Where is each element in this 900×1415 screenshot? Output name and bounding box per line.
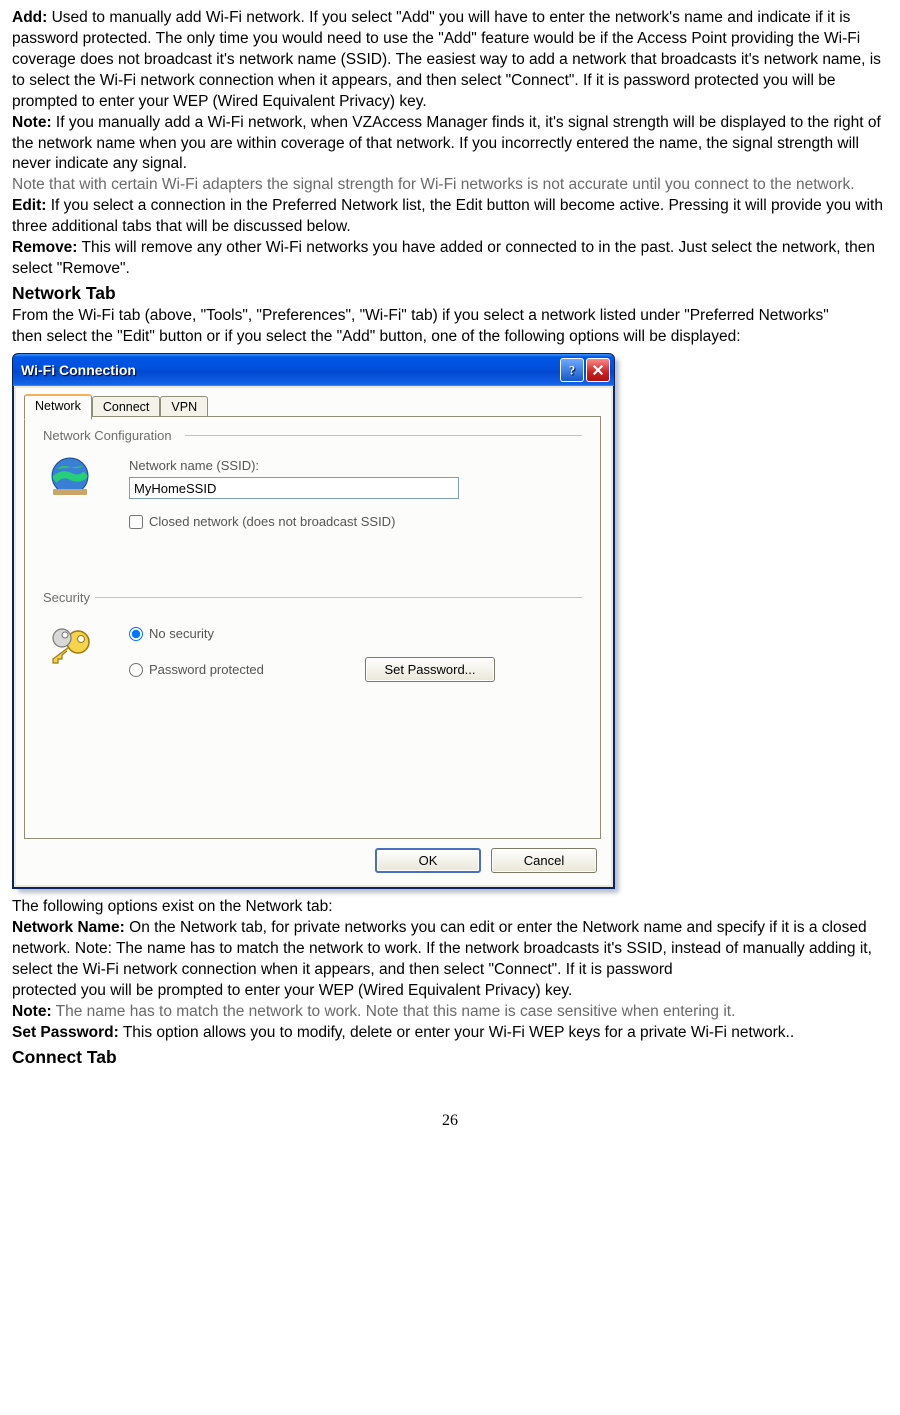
help-button[interactable]: ? (560, 358, 584, 382)
radio-password-protected-label: Password protected (149, 661, 264, 679)
network-name-text: On the Network tab, for private networks… (12, 919, 872, 978)
note1-label: Note: (12, 114, 52, 131)
note1-text: If you manually add a Wi-Fi network, whe… (12, 114, 881, 173)
remove-text: This will remove any other Wi-Fi network… (12, 239, 875, 277)
network-name-text2: protected you will be prompted to enter … (12, 981, 888, 1002)
heading-connect-tab: Connect Tab (12, 1046, 888, 1070)
svg-text:?: ? (569, 364, 575, 378)
network-tab-intro1: From the Wi-Fi tab (above, "Tools", "Pre… (12, 306, 888, 327)
paragraph-network-name: Network Name: On the Network tab, for pr… (12, 918, 888, 981)
globe-icon (49, 455, 91, 497)
page-number: 26 (12, 1110, 888, 1132)
paragraph-gray1: Note that with certain Wi-Fi adapters th… (12, 175, 888, 196)
groupbox-network-config-line (185, 435, 582, 436)
radio-password-protected[interactable] (129, 663, 143, 677)
dialog-bottom-buttons: OK Cancel (375, 848, 597, 873)
groupbox-security-label: Security (39, 589, 94, 607)
groupbox-security-line (95, 597, 582, 598)
radio-no-security-label: No security (149, 625, 214, 643)
groupbox-network-config-label: Network Configuration (39, 427, 176, 445)
dialog-titlebar[interactable]: Wi-Fi Connection ? (13, 354, 614, 386)
tab-panel: Network Configuration Network name (SSID… (24, 416, 601, 839)
edit-label: Edit: (12, 197, 46, 214)
dialog-title: Wi-Fi Connection (21, 361, 558, 380)
add-label: Add: (12, 9, 47, 26)
edit-text: If you select a connection in the Prefer… (12, 197, 883, 235)
key-icon (47, 627, 95, 665)
paragraph-remove: Remove: This will remove any other Wi-Fi… (12, 238, 888, 280)
heading-network-tab: Network Tab (12, 282, 888, 306)
tab-network[interactable]: Network (24, 394, 92, 420)
note2-label: Note: (12, 1003, 52, 1020)
dialog-screenshot: Wi-Fi Connection ? Network Connect VPN N… (12, 353, 619, 889)
network-tab-intro2: then select the "Edit" button or if you … (12, 327, 888, 348)
after-dialog-intro: The following options exist on the Netwo… (12, 897, 888, 918)
set-password-button[interactable]: Set Password... (365, 657, 495, 682)
radio-no-security[interactable] (129, 627, 143, 641)
ok-button[interactable]: OK (375, 848, 481, 873)
closed-network-checkbox[interactable] (129, 515, 143, 529)
note2-gray-text: The name has to match the network to wor… (52, 1003, 736, 1020)
paragraph-add: Add: Used to manually add Wi-Fi network.… (12, 8, 888, 113)
close-icon (591, 363, 605, 377)
add-text: Used to manually add Wi-Fi network. If y… (12, 9, 881, 110)
help-icon: ? (565, 363, 579, 377)
ssid-input[interactable] (129, 477, 459, 499)
network-name-label: Network Name: (12, 919, 125, 936)
radio-password-protected-wrap[interactable]: Password protected (129, 661, 264, 679)
remove-label: Remove: (12, 239, 77, 256)
closed-network-checkbox-wrap[interactable]: Closed network (does not broadcast SSID) (129, 513, 395, 531)
paragraph-note1: Note: If you manually add a Wi-Fi networ… (12, 113, 888, 176)
paragraph-note2: Note: The name has to match the network … (12, 1002, 888, 1023)
paragraph-set-password: Set Password: This option allows you to … (12, 1023, 888, 1044)
paragraph-edit: Edit: If you select a connection in the … (12, 196, 888, 238)
wifi-connection-dialog: Wi-Fi Connection ? Network Connect VPN N… (12, 353, 615, 889)
closed-network-label: Closed network (does not broadcast SSID) (149, 513, 395, 531)
close-button[interactable] (586, 358, 610, 382)
set-password-label: Set Password: (12, 1024, 119, 1041)
set-password-text: This option allows you to modify, delete… (119, 1024, 794, 1041)
cancel-button[interactable]: Cancel (491, 848, 597, 873)
radio-no-security-wrap[interactable]: No security (129, 625, 214, 643)
ssid-label: Network name (SSID): (129, 457, 259, 475)
